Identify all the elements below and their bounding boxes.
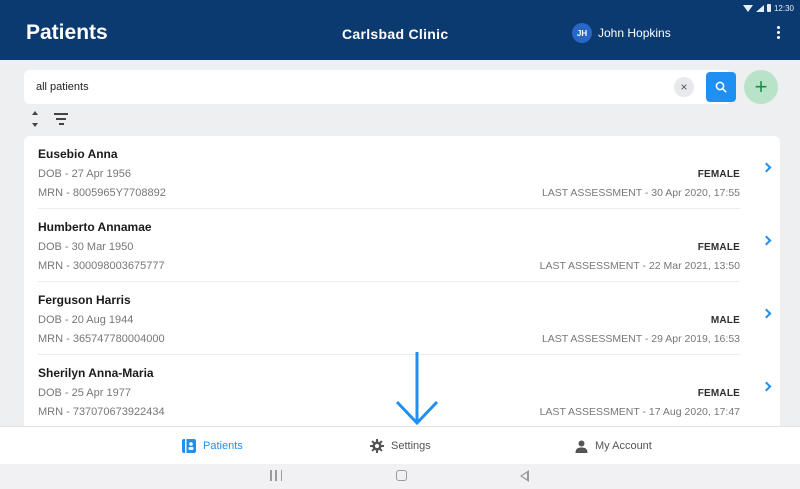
patient-name: Ferguson Harris [38,293,131,307]
filter-icon[interactable] [54,113,68,125]
signal-icon [755,4,764,12]
back-icon[interactable] [520,470,529,482]
search-button[interactable] [706,72,736,102]
person-icon [575,440,588,453]
bottom-nav: Patients Settings My Account [0,426,800,464]
search-input[interactable] [24,70,654,104]
patient-gender: FEMALE [697,169,740,180]
page-title: Patients [26,21,108,44]
patient-gender: FEMALE [697,388,740,399]
magnifier-icon [715,81,727,93]
chevron-right-icon[interactable] [761,381,772,392]
patient-row[interactable]: Eusebio Anna DOB - 27 Apr 1956 MRN - 800… [38,136,772,209]
patient-dob: DOB - 27 Apr 1956 [38,168,131,180]
battery-icon [766,4,771,12]
nav-label-settings: Settings [391,440,431,452]
patient-last-assessment: LAST ASSESSMENT - 29 Apr 2019, 16:53 [541,333,740,345]
patient-row[interactable]: Ferguson Harris DOB - 20 Aug 1944 MRN - … [38,282,772,355]
patient-last-assessment: LAST ASSESSMENT - 30 Apr 2020, 17:55 [541,187,740,199]
patient-name: Eusebio Anna [38,147,118,161]
patient-dob: DOB - 30 Mar 1950 [38,241,134,253]
patient-mrn: MRN - 737070673922434 [38,406,165,418]
patient-name: Humberto Annamae [38,220,152,234]
clear-search-button[interactable]: × [674,77,694,97]
nav-label-patients: Patients [203,440,243,452]
patient-last-assessment: LAST ASSESSMENT - 17 Aug 2020, 17:47 [539,406,740,418]
system-nav-bar [0,464,800,489]
patient-name: Sherilyn Anna-Maria [38,366,154,380]
status-bar: 12:30 [742,2,794,14]
patient-mrn: MRN - 300098003675777 [38,260,165,272]
patient-mrn: MRN - 365747780004000 [38,333,165,345]
patient-gender: FEMALE [697,242,740,253]
patient-last-assessment: LAST ASSESSMENT - 22 Mar 2021, 13:50 [539,260,740,272]
avatar: JH [572,23,592,43]
clinic-name: Carlsbad Clinic [342,26,449,42]
more-options-icon[interactable] [776,26,780,39]
app-bar: 12:30 Patients Carlsbad Clinic JH John H… [0,0,800,60]
home-icon[interactable] [396,470,407,481]
chevron-right-icon[interactable] [761,308,772,319]
patient-row[interactable]: Humberto Annamae DOB - 30 Mar 1950 MRN -… [38,209,772,282]
chevron-right-icon[interactable] [761,235,772,246]
patient-gender: MALE [710,315,740,326]
nav-item-settings[interactable]: Settings [370,427,431,465]
wifi-icon [742,4,753,12]
patient-mrn: MRN - 8005965Y7708892 [38,187,166,199]
down-arrow-icon [395,352,439,426]
patient-dob: DOB - 25 Apr 1977 [38,387,131,399]
recent-apps-icon[interactable] [270,470,282,482]
patient-dob: DOB - 20 Aug 1944 [38,314,134,326]
chevron-right-icon[interactable] [761,162,772,173]
nav-label-my-account: My Account [595,440,652,452]
user-name: John Hopkins [598,26,671,40]
patient-row[interactable]: Sherilyn Anna-Maria DOB - 25 Apr 1977 MR… [38,355,772,426]
patient-card-icon [182,439,196,453]
nav-item-patients[interactable]: Patients [182,427,243,465]
nav-item-my-account[interactable]: My Account [575,427,652,465]
add-patient-button[interactable]: + [744,70,778,104]
gear-icon [370,439,384,453]
user-menu[interactable]: JH John Hopkins [572,23,671,43]
sort-icon[interactable] [28,111,42,127]
search-box: × [24,70,736,104]
status-time: 12:30 [773,3,794,13]
